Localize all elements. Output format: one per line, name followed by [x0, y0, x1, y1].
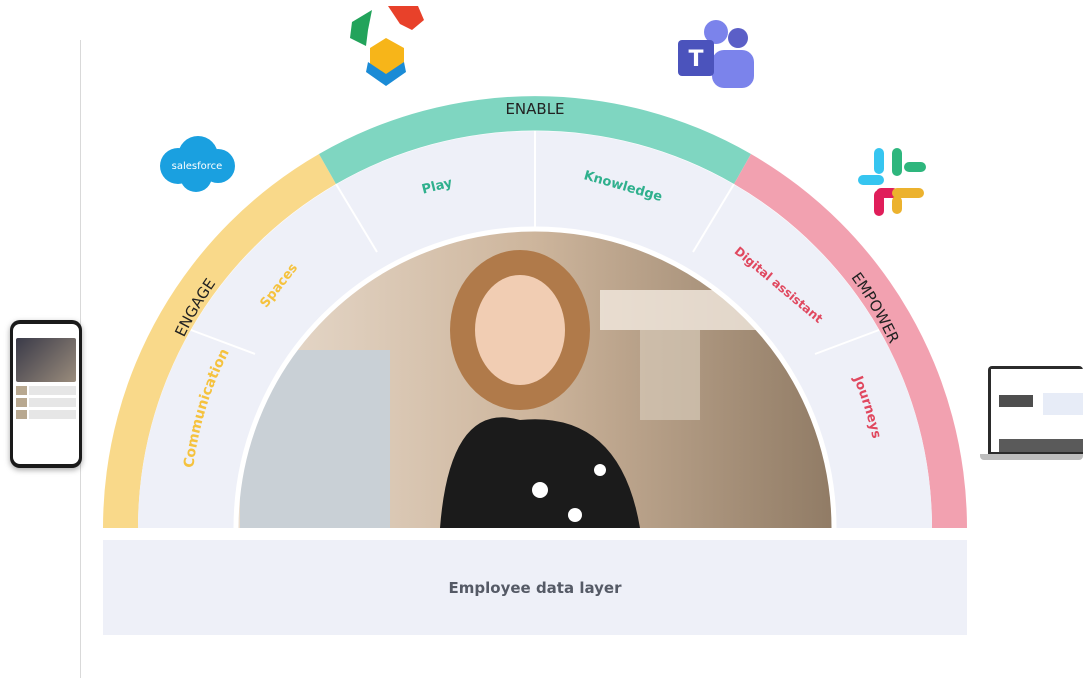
teams-letter: T	[688, 47, 703, 72]
data-layer-label: Employee data layer	[448, 578, 622, 597]
laptop-lid	[988, 366, 1083, 454]
cube-logo-icon	[350, 6, 424, 86]
laptop-base	[980, 454, 1083, 460]
mobile-list-item	[16, 386, 76, 395]
slack-logo-icon	[858, 148, 926, 216]
mobile-hero-image	[16, 338, 76, 382]
laptop-screen	[991, 369, 1083, 452]
employee-data-layer: Employee data layer	[103, 540, 967, 635]
salesforce-logo-icon: salesforce	[160, 136, 235, 192]
teams-logo-icon: T	[678, 20, 754, 88]
salesforce-wordmark: salesforce	[172, 161, 223, 172]
mobile-list-item	[16, 410, 76, 419]
pillar-enable: ENABLE	[505, 100, 564, 118]
mobile-device-mockup	[10, 320, 82, 468]
mobile-screen	[13, 324, 79, 464]
laptop-device-mockup	[980, 366, 1083, 460]
mobile-list-item	[16, 398, 76, 407]
